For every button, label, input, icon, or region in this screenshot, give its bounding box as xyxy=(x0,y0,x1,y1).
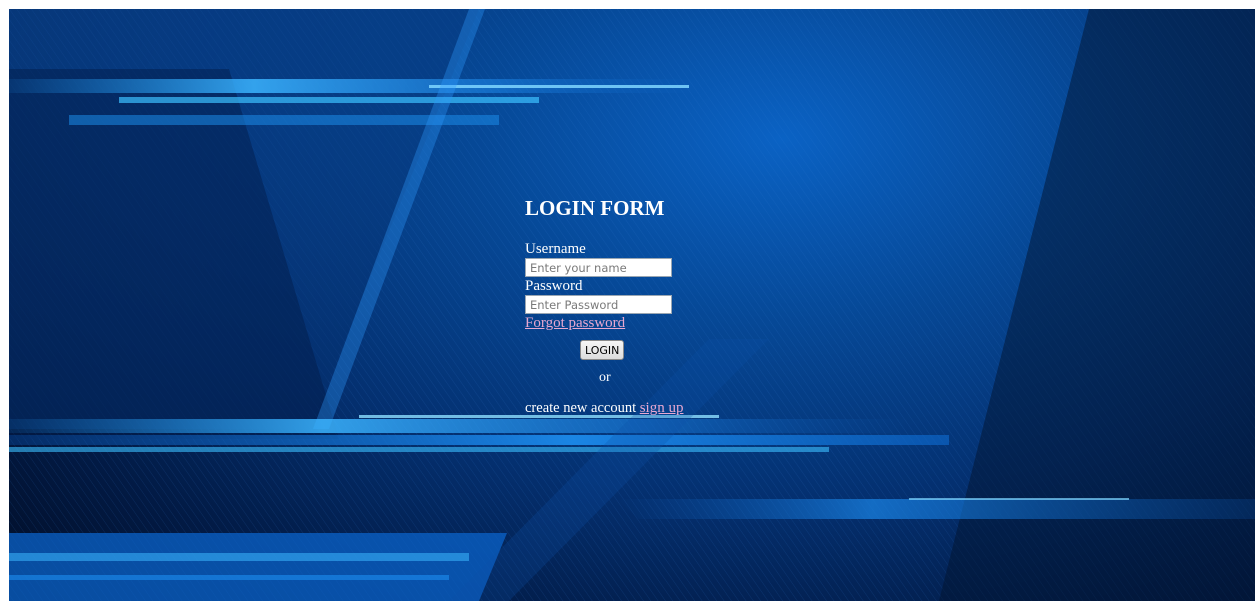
username-input[interactable] xyxy=(525,258,672,277)
form-title: LOGIN FORM xyxy=(525,196,665,220)
login-page: LOGIN FORM Username Password Forgot pass… xyxy=(9,9,1255,601)
signup-link[interactable]: sign up xyxy=(640,400,684,416)
login-button-row: LOGIN xyxy=(525,340,745,360)
password-input[interactable] xyxy=(525,295,672,314)
password-label: Password xyxy=(525,278,583,294)
login-form: LOGIN FORM Username Password Forgot pass… xyxy=(525,195,745,417)
forgot-password-link[interactable]: Forgot password xyxy=(525,314,745,332)
signup-line: create new account sign up xyxy=(525,399,745,417)
signup-prefix: create new account xyxy=(525,400,637,416)
username-label: Username xyxy=(525,241,586,257)
login-button[interactable]: LOGIN xyxy=(580,340,625,360)
or-separator: or xyxy=(599,370,611,385)
